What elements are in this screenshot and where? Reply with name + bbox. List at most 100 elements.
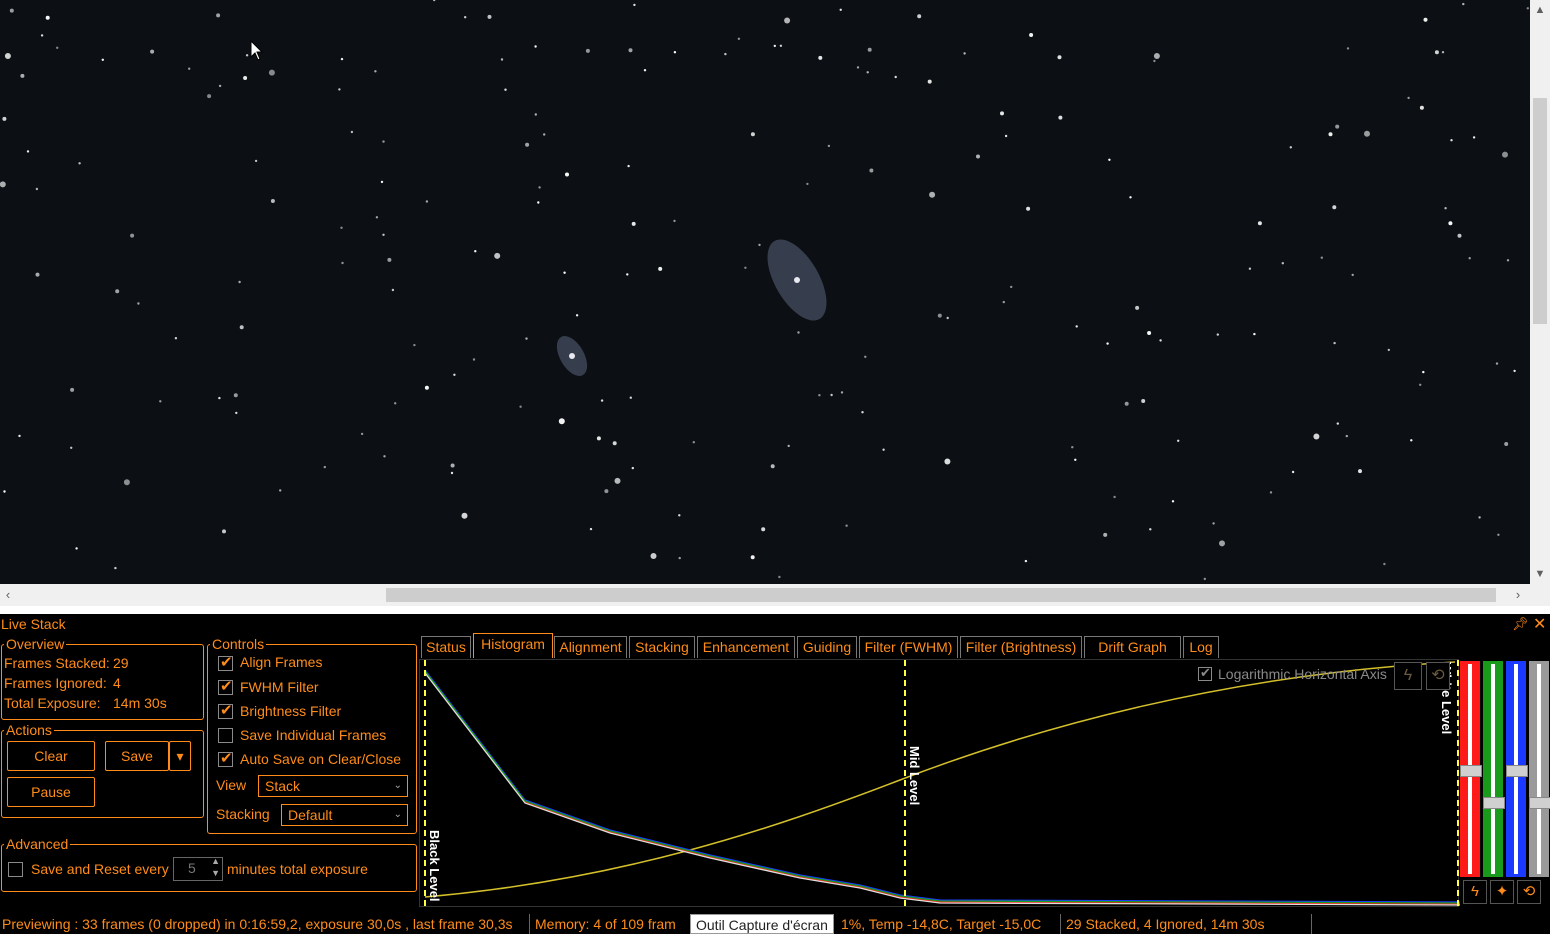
star (500, 58, 504, 61)
star (35, 272, 40, 277)
star (1346, 47, 1350, 50)
stepper-down-icon[interactable]: ▼ (211, 868, 220, 878)
auto-save-checkbox[interactable]: ✔ (218, 750, 233, 767)
image-viewer[interactable] (0, 0, 1530, 584)
auto-stretch-icon[interactable]: ϟ (1394, 662, 1422, 690)
pause-button[interactable]: Pause (7, 777, 95, 807)
galaxy-core (569, 353, 575, 359)
horizontal-scroll-thumb[interactable] (386, 588, 1496, 602)
scroll-down-icon[interactable]: ▼ (1530, 564, 1550, 584)
star (917, 14, 922, 19)
log-axis-checkbox[interactable]: ✔ (1198, 665, 1212, 681)
red-channel-slider[interactable] (1460, 661, 1482, 877)
brightness-filter-label: Brightness Filter (240, 703, 342, 719)
star (464, 16, 467, 19)
black-level-label: Black Level (427, 830, 442, 902)
advanced-legend: Advanced (4, 836, 71, 852)
fwhm-filter-label: FWHM Filter (240, 679, 319, 695)
chevron-down-icon: ⌄ (393, 780, 402, 791)
vertical-scroll-thumb[interactable] (1533, 98, 1547, 324)
red-slider-knob[interactable] (1460, 765, 1482, 777)
checkmark-icon: ✔ (220, 654, 233, 671)
checkmark-icon: ✔ (220, 702, 233, 719)
tab-filter-brightness[interactable]: Filter (Brightness) (960, 636, 1082, 658)
view-select[interactable]: Stack ⌄ (258, 775, 408, 797)
star (1289, 146, 1293, 149)
close-icon[interactable]: ✕ (1533, 614, 1546, 634)
stretch-curve (424, 661, 1456, 898)
star (882, 448, 885, 451)
star (1074, 458, 1077, 461)
blue-slider-knob[interactable] (1506, 765, 1528, 777)
reset-stretch-icon[interactable]: ⟲ (1426, 662, 1450, 690)
log-axis-toggle[interactable]: ✔ Logarithmic Horizontal Axis (1198, 665, 1387, 682)
star (1495, 362, 1499, 365)
tab-alignment[interactable]: Alignment (554, 636, 627, 658)
star (243, 76, 248, 80)
star (340, 226, 343, 229)
star (279, 489, 282, 492)
star (1281, 262, 1285, 265)
star (75, 547, 78, 550)
minutes-stepper[interactable]: 5 ▲ ▼ (173, 856, 223, 881)
star-icon[interactable]: ✦ (1490, 880, 1514, 904)
tab-filter-fwhm[interactable]: Filter (FWHM) (859, 636, 958, 658)
align-frames-checkbox[interactable]: ✔ (218, 654, 233, 671)
tab-drift-graph[interactable]: Drift Graph (1084, 636, 1181, 658)
star (382, 140, 385, 143)
histogram-plot[interactable]: Black Level Mid Level White Level ✔ Logarit… (419, 659, 1460, 908)
luminance-slider-knob[interactable] (1529, 797, 1550, 809)
save-dropdown-button[interactable]: ▾ (169, 741, 191, 771)
star (26, 150, 30, 153)
green-slider-knob[interactable] (1483, 797, 1505, 809)
star (137, 302, 140, 305)
tab-status[interactable]: Status (421, 636, 471, 658)
scroll-up-icon[interactable]: ▲ (1530, 0, 1550, 20)
scroll-right-icon[interactable]: › (1510, 584, 1526, 606)
horizontal-scrollbar[interactable]: ‹ › (0, 584, 1530, 606)
brightness-filter-checkbox[interactable]: ✔ (218, 702, 233, 719)
stacking-select[interactable]: Default ⌄ (281, 804, 408, 826)
tab-guiding[interactable]: Guiding (797, 636, 857, 658)
luminance-channel-slider[interactable] (1529, 661, 1550, 877)
fwhm-filter-checkbox[interactable]: ✔ (218, 678, 233, 695)
star (673, 51, 677, 54)
star (864, 355, 867, 358)
star (779, 44, 783, 47)
clear-button[interactable]: Clear (7, 741, 95, 771)
star (627, 164, 630, 168)
star (744, 266, 747, 269)
star (1269, 491, 1273, 494)
tab-log[interactable]: Log (1183, 636, 1219, 658)
save-button[interactable]: Save (105, 741, 169, 771)
star (1216, 333, 1220, 336)
save-individual-frames-checkbox[interactable] (218, 728, 233, 743)
slider-buttons: ϟ ✦ ⟲ (1459, 878, 1550, 908)
tab-enhancement[interactable]: Enhancement (697, 636, 795, 658)
star (1358, 469, 1362, 474)
blue-channel-slider[interactable] (1506, 661, 1528, 877)
stepper-up-icon[interactable]: ▲ (211, 856, 220, 866)
panel-divider[interactable] (0, 606, 1550, 614)
star (78, 162, 81, 165)
pin-icon[interactable]: 📌︎ (1512, 616, 1529, 632)
scroll-left-icon[interactable]: ‹ (0, 584, 16, 606)
tab-stacking[interactable]: Stacking (629, 636, 695, 658)
vertical-scrollbar[interactable]: ▲ ▼ (1530, 0, 1550, 584)
star (56, 46, 59, 49)
star (600, 399, 604, 402)
green-channel-slider[interactable] (1483, 661, 1505, 877)
star (612, 441, 617, 446)
tab-histogram[interactable]: Histogram (473, 633, 553, 658)
star (18, 434, 21, 438)
slider-rail (1491, 664, 1495, 874)
star (658, 266, 663, 271)
auto-level-icon[interactable]: ϟ (1463, 880, 1487, 904)
actions-legend: Actions (4, 722, 54, 738)
save-and-reset-checkbox[interactable] (8, 862, 23, 877)
reset-icon[interactable]: ⟲ (1517, 880, 1541, 904)
star (840, 391, 844, 394)
star (268, 69, 275, 76)
star (254, 159, 258, 163)
star (424, 385, 429, 390)
